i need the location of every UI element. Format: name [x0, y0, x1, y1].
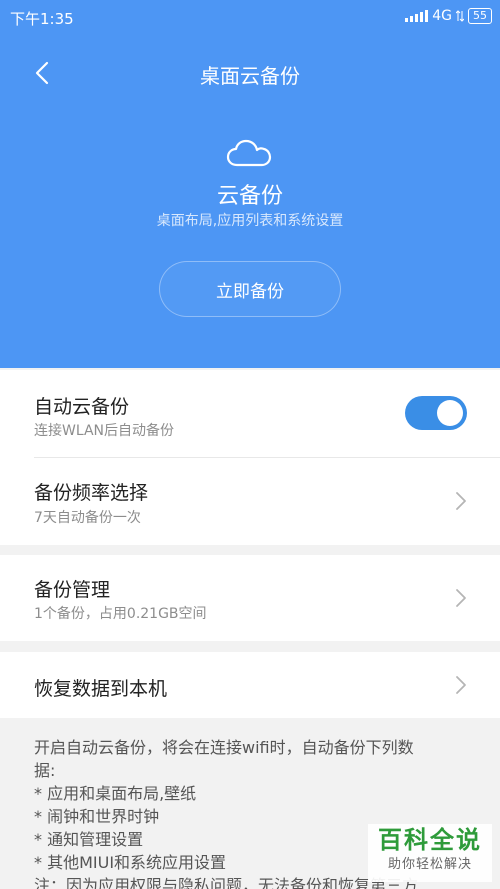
restore-title: 恢复数据到本机 — [34, 678, 168, 700]
info-line: 据: — [34, 761, 56, 780]
header: 下午1:35 4G 55 桌面云备份 云备份 桌面布局,应用列表和系统设置 立即… — [0, 0, 500, 368]
page-title: 桌面云备份 — [200, 64, 300, 88]
auto-backup-toggle[interactable] — [405, 396, 467, 430]
backup-manage-subtitle: 1个备份，占用0.21GB空间 — [34, 606, 207, 622]
auto-backup-title: 自动云备份 — [34, 396, 130, 418]
info-line: * 应用和桌面布局,壁纸 — [34, 784, 197, 803]
chevron-right-icon — [456, 676, 466, 694]
backup-frequency-title: 备份频率选择 — [34, 482, 149, 504]
cloud-icon — [226, 139, 272, 167]
chevron-right-icon — [456, 589, 466, 607]
status-icons: 4G 55 — [405, 8, 492, 24]
auto-backup-subtitle: 连接WLAN后自动备份 — [34, 423, 175, 439]
backup-now-button[interactable]: 立即备份 — [159, 261, 341, 317]
hero-title: 云备份 — [216, 184, 283, 209]
status-time: 下午1:35 — [10, 10, 74, 28]
status-bar: 下午1:35 4G 55 — [0, 0, 500, 34]
data-arrows-icon — [456, 10, 464, 22]
backup-manage-row[interactable]: 备份管理 1个备份，占用0.21GB空间 — [0, 555, 500, 641]
backup-frequency-subtitle: 7天自动备份一次 — [34, 510, 141, 526]
watermark-sub: 助你轻松解决 — [387, 857, 472, 872]
watermark-main: 百科全说 — [378, 826, 482, 854]
toggle-knob — [437, 400, 463, 426]
restore-row[interactable]: 恢复数据到本机 — [0, 652, 500, 718]
hero-subtitle: 桌面布局,应用列表和系统设置 — [156, 213, 344, 229]
battery-icon: 55 — [468, 8, 492, 24]
info-line: 开启自动云备份，将会在连接wifi时，自动备份下列数 — [34, 738, 414, 757]
watermark-logo: 百科全说 助你轻松解决 — [368, 824, 492, 882]
network-type: 4G — [432, 8, 452, 24]
backup-frequency-row[interactable]: 备份频率选择 7天自动备份一次 — [0, 458, 500, 544]
signal-icon — [405, 10, 429, 22]
backup-manage-title: 备份管理 — [34, 579, 111, 601]
title-bar: 桌面云备份 — [0, 48, 500, 98]
chevron-right-icon — [456, 492, 466, 510]
